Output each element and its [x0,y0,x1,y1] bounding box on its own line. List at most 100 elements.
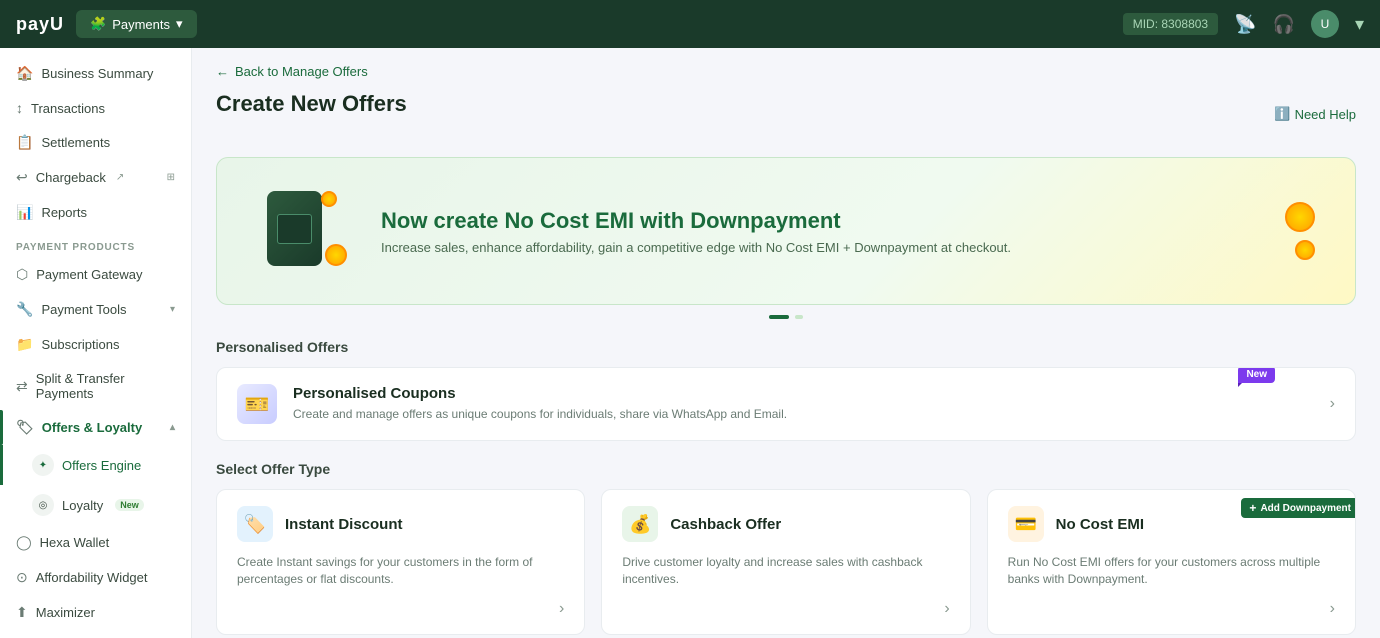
sidebar-item-reports[interactable]: 📊 Reports [0,195,191,230]
sidebar-item-loyalty[interactable]: ◎ Loyalty New [0,485,191,525]
instant-discount-card[interactable]: 🏷️ Instant Discount Create Instant savin… [216,489,585,635]
sidebar-item-subscriptions[interactable]: 📁 Subscriptions [0,327,191,362]
banner-deco [1285,202,1315,260]
new-badge: New [1238,367,1275,383]
banner-carousel: Now create No Cost EMI with Downpayment … [216,157,1356,319]
instant-discount-footer: › [237,600,564,618]
offers-loyalty-icon: 🏷 [16,419,34,436]
coupon-icon: 🎫 [237,384,277,424]
add-downpayment-label: Add Downpayment [1260,503,1351,514]
sidebar-label-transactions: Transactions [31,101,105,116]
payment-gateway-icon: ⬡ [16,266,28,283]
banner-heading-pre: Now create [381,208,505,233]
no-cost-emi-desc: Run No Cost EMI offers for your customer… [1008,554,1335,588]
business-summary-icon: 🏠 [16,65,33,82]
sidebar-label-hexa-wallet: Hexa Wallet [40,535,110,550]
mid-badge: MID: 8308803 [1123,13,1218,35]
offers-loyalty-chevron: ▴ [170,422,175,433]
sidebar: 🏠 Business Summary ↕ Transactions 📋 Sett… [0,48,192,638]
back-link[interactable]: ← Back to Manage Offers [216,64,1356,79]
back-link-text: Back to Manage Offers [235,64,368,79]
cashback-desc: Drive customer loyalty and increase sale… [622,554,949,588]
coupon-card-arrow: › [1330,395,1335,413]
chargeback-icon: ↩ [16,169,28,186]
payments-button[interactable]: 🧩 Payments ▾ [76,10,197,38]
sidebar-item-commerce-pro[interactable]: 🛍 Commerce Pro [0,630,191,638]
sidebar-item-maximizer[interactable]: ⬆ Maximizer [0,595,191,630]
coupon-card-desc: Create and manage offers as unique coupo… [293,406,1314,423]
chargeback-external-icon: ↗ [116,172,124,183]
user-chevron-icon[interactable]: ▾ [1355,14,1364,35]
no-cost-emi-icon: 💳 [1008,506,1044,542]
sidebar-item-hexa-wallet[interactable]: ◯ Hexa Wallet [0,525,191,560]
payment-tools-icon: 🔧 [16,301,33,318]
no-cost-emi-title: No Cost EMI [1056,516,1144,533]
need-help-label: Need Help [1295,107,1356,122]
sidebar-item-settlements[interactable]: 📋 Settlements [0,125,191,160]
cashback-title: Cashback Offer [670,516,781,533]
sidebar-label-split-transfer: Split & Transfer Payments [36,371,175,401]
select-offer-type-title: Select Offer Type [216,461,1356,477]
banner-dots [216,315,1356,319]
sidebar-label-settlements: Settlements [41,135,110,150]
back-arrow-icon: ← [216,64,229,79]
instant-discount-icon: 🏷️ [237,506,273,542]
payment-products-label: PAYMENT PRODUCTS [0,230,191,257]
need-help-button[interactable]: ℹ️ Need Help [1274,106,1356,122]
sidebar-label-offers-engine: Offers Engine [62,458,141,473]
affordability-icon: ⊙ [16,569,28,586]
nav-left: payU 🧩 Payments ▾ [16,10,197,38]
sidebar-item-chargeback[interactable]: ↩ Chargeback ↗ ⊞ [0,160,191,195]
sidebar-label-chargeback: Chargeback [36,170,106,185]
logo: payU [16,14,64,35]
settlements-icon: 📋 [16,134,33,151]
promo-banner: Now create No Cost EMI with Downpayment … [216,157,1356,305]
top-navigation: payU 🧩 Payments ▾ MID: 8308803 📡 🎧 U ▾ [0,0,1380,48]
sidebar-item-transactions[interactable]: ↕ Transactions [0,91,191,125]
no-cost-emi-footer: › [1008,600,1335,618]
sidebar-item-offers-loyalty[interactable]: 🏷 Offers & Loyalty ▴ [0,410,191,445]
nav-right: MID: 8308803 📡 🎧 U ▾ [1123,10,1364,38]
personalised-coupons-card[interactable]: New 🎫 Personalised Coupons Create and ma… [216,367,1356,441]
sidebar-label-business-summary: Business Summary [41,66,153,81]
sidebar-item-payment-gateway[interactable]: ⬡ Payment Gateway [0,257,191,292]
headset-icon[interactable]: 🎧 [1273,14,1295,35]
personalised-offers-title: Personalised Offers [216,339,1356,355]
broadcast-icon[interactable]: 📡 [1234,14,1256,35]
hexa-wallet-icon: ◯ [16,534,32,551]
sidebar-label-maximizer: Maximizer [36,605,95,620]
reports-icon: 📊 [16,204,33,221]
page-title: Create New Offers [216,91,407,117]
banner-text: Now create No Cost EMI with Downpayment … [381,208,1011,255]
payments-icon: 🧩 [90,16,106,32]
add-downpayment-badge: Add Downpayment [1241,498,1356,518]
loyalty-new-badge: New [115,499,144,511]
sidebar-label-payment-tools: Payment Tools [41,302,126,317]
offers-engine-icon: ✦ [32,454,54,476]
transactions-icon: ↕ [16,100,23,116]
cashback-footer: › [622,600,949,618]
sidebar-item-offers-engine[interactable]: ✦ Offers Engine [0,445,191,485]
dot-2[interactable] [795,315,803,319]
no-cost-emi-arrow: › [1330,600,1335,618]
cashback-offer-card[interactable]: 💰 Cashback Offer Drive customer loyalty … [601,489,970,635]
sidebar-item-affordability-widget[interactable]: ⊙ Affordability Widget [0,560,191,595]
sidebar-label-affordability: Affordability Widget [36,570,148,585]
no-cost-emi-card[interactable]: Add Downpayment 💳 No Cost EMI Run No Cos… [987,489,1356,635]
sidebar-label-payment-gateway: Payment Gateway [36,267,142,282]
dot-1[interactable] [769,315,789,319]
main-layout: 🏠 Business Summary ↕ Transactions 📋 Sett… [0,48,1380,638]
payment-tools-chevron: ▾ [170,304,175,315]
banner-illustration [257,186,357,276]
sidebar-item-payment-tools[interactable]: 🔧 Payment Tools ▾ [0,292,191,327]
sidebar-item-split-transfer[interactable]: ⇄ Split & Transfer Payments [0,362,191,410]
instant-discount-title: Instant Discount [285,516,403,533]
loyalty-icon: ◎ [32,494,54,516]
instant-discount-arrow: › [559,600,564,618]
sidebar-item-business-summary[interactable]: 🏠 Business Summary [0,56,191,91]
sidebar-label-subscriptions: Subscriptions [41,337,119,352]
info-icon: ℹ️ [1274,106,1290,122]
payments-label: Payments [112,17,170,32]
avatar[interactable]: U [1311,10,1339,38]
instant-discount-header: 🏷️ Instant Discount [237,506,564,542]
